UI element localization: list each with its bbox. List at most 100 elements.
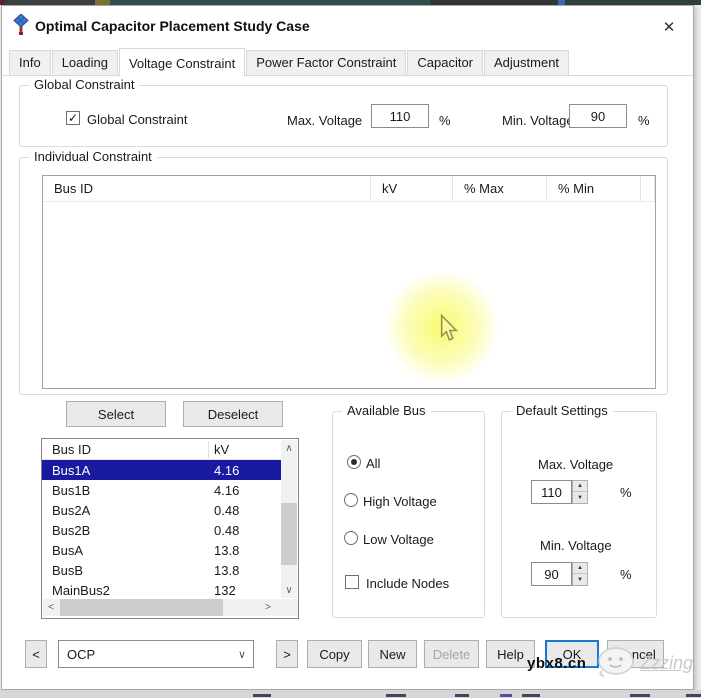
cursor-icon bbox=[439, 314, 459, 347]
bus-row[interactable]: MainBus2 132 bbox=[42, 581, 281, 599]
max-voltage-label: Max. Voltage bbox=[287, 113, 362, 128]
spin-up-icon[interactable]: ▲ bbox=[573, 481, 587, 492]
bus-row[interactable]: BusA 13.8 bbox=[42, 540, 281, 560]
column-bus-id: Bus ID bbox=[43, 176, 371, 201]
default-settings-legend: Default Settings bbox=[511, 403, 613, 418]
vscroll-thumb[interactable] bbox=[281, 503, 297, 565]
study-case-dialog: Optimal Capacitor Placement Study Case ✕… bbox=[1, 5, 694, 690]
global-constraint-group: Global Constraint ✓ Global Constraint Ma… bbox=[19, 85, 668, 147]
radio-all-label: All bbox=[366, 456, 380, 471]
bus-row[interactable]: Bus2A 0.48 bbox=[42, 500, 281, 520]
next-study-case-button[interactable]: > bbox=[276, 640, 298, 668]
available-bus-group: Available Bus All High Voltage Low Volta… bbox=[332, 411, 485, 618]
radio-low-voltage-label: Low Voltage bbox=[363, 532, 434, 547]
bus-kv: 0.48 bbox=[214, 523, 281, 538]
bus-kv: 132 bbox=[214, 583, 281, 598]
column-max: % Max bbox=[453, 176, 547, 201]
scroll-left-icon[interactable]: < bbox=[43, 599, 59, 616]
tab-power-factor-constraint[interactable]: Power Factor Constraint bbox=[246, 50, 406, 76]
watermark-site: ybx8.cn bbox=[527, 655, 586, 672]
bus-kv: 0.48 bbox=[214, 503, 281, 518]
chevron-down-icon[interactable]: ∨ bbox=[231, 648, 253, 661]
bus-id: Bus2B bbox=[52, 523, 214, 538]
tab-info[interactable]: Info bbox=[9, 50, 51, 76]
bus-row[interactable]: BusB 13.8 bbox=[42, 560, 281, 580]
bus-kv: 4.16 bbox=[214, 463, 281, 478]
background-dash bbox=[500, 694, 512, 697]
background-dash bbox=[386, 694, 406, 697]
default-settings-group: Default Settings Max. Voltage 110 ▲ ▼ % … bbox=[501, 411, 657, 618]
watermark-name: Zzzing bbox=[640, 653, 693, 674]
background-dash bbox=[630, 694, 650, 697]
bus-id: Bus2A bbox=[52, 503, 214, 518]
individual-constraint-header: Bus ID kV % Max % Min bbox=[43, 176, 655, 202]
dialog-title: Optimal Capacitor Placement Study Case bbox=[35, 18, 310, 34]
new-button[interactable]: New bbox=[368, 640, 417, 668]
copy-button[interactable]: Copy bbox=[307, 640, 362, 668]
tab-voltage-constraint[interactable]: Voltage Constraint bbox=[119, 48, 245, 77]
bus-kv: 13.8 bbox=[214, 543, 281, 558]
hscroll-thumb[interactable] bbox=[60, 599, 223, 616]
study-case-value: OCP bbox=[59, 647, 231, 662]
spin-down-icon[interactable]: ▼ bbox=[573, 492, 587, 503]
watermark-ghost-icon bbox=[594, 643, 638, 684]
min-voltage-input[interactable]: 90 bbox=[569, 104, 627, 128]
app-icon bbox=[13, 14, 29, 43]
close-icon[interactable]: ✕ bbox=[654, 14, 684, 40]
background-dash bbox=[253, 694, 271, 697]
min-voltage-percent: % bbox=[638, 113, 650, 128]
column-min: % Min bbox=[547, 176, 641, 201]
tab-strip: Info Loading Voltage Constraint Power Fa… bbox=[9, 48, 570, 76]
available-bus-legend: Available Bus bbox=[342, 403, 431, 418]
tab-adjustment[interactable]: Adjustment bbox=[484, 50, 569, 76]
default-min-voltage-input[interactable]: 90 bbox=[531, 562, 572, 586]
tab-capacitor[interactable]: Capacitor bbox=[407, 50, 483, 76]
spin-up-icon[interactable]: ▲ bbox=[573, 563, 587, 574]
default-min-voltage-percent: % bbox=[620, 567, 632, 582]
bus-list-header-divider bbox=[208, 441, 209, 458]
radio-all[interactable] bbox=[347, 455, 361, 469]
individual-constraint-table[interactable]: Bus ID kV % Max % Min bbox=[42, 175, 656, 389]
radio-high-voltage[interactable] bbox=[344, 493, 358, 507]
bus-id: MainBus2 bbox=[52, 583, 214, 598]
column-spacer bbox=[641, 176, 655, 201]
bus-id: BusB bbox=[52, 563, 214, 578]
column-kv: kV bbox=[371, 176, 453, 201]
tab-loading[interactable]: Loading bbox=[52, 50, 118, 76]
study-case-combobox[interactable]: OCP ∨ bbox=[58, 640, 254, 668]
background-dash bbox=[455, 694, 469, 697]
bus-id: BusA bbox=[52, 543, 214, 558]
delete-button: Delete bbox=[424, 640, 479, 668]
bus-list-column-bus-id: Bus ID bbox=[52, 442, 91, 457]
global-constraint-checkbox-label: Global Constraint bbox=[87, 112, 187, 127]
bus-row[interactable]: Bus1A 4.16 bbox=[42, 460, 281, 480]
radio-low-voltage[interactable] bbox=[344, 531, 358, 545]
min-voltage-label: Min. Voltage bbox=[502, 113, 574, 128]
scroll-down-icon[interactable]: ∨ bbox=[281, 582, 297, 598]
max-voltage-input[interactable]: 110 bbox=[371, 104, 429, 128]
radio-high-voltage-label: High Voltage bbox=[363, 494, 437, 509]
bus-id: Bus1A bbox=[52, 463, 214, 478]
spin-down-icon[interactable]: ▼ bbox=[573, 574, 587, 585]
bus-row[interactable]: Bus1B 4.16 bbox=[42, 480, 281, 500]
include-nodes-checkbox[interactable] bbox=[345, 575, 359, 589]
bus-kv: 4.16 bbox=[214, 483, 281, 498]
background-window-bottom-strip bbox=[0, 690, 701, 698]
default-min-voltage-spinner[interactable]: ▲ ▼ bbox=[572, 562, 588, 586]
scroll-up-icon[interactable]: ∧ bbox=[281, 440, 297, 456]
select-button[interactable]: Select bbox=[66, 401, 166, 427]
deselect-button[interactable]: Deselect bbox=[183, 401, 283, 427]
bus-list-column-kv: kV bbox=[214, 442, 229, 457]
screen: Optimal Capacitor Placement Study Case ✕… bbox=[0, 0, 701, 698]
individual-constraint-group: Individual Constraint Bus ID kV % Max % … bbox=[19, 157, 668, 395]
global-constraint-checkbox[interactable]: ✓ bbox=[66, 111, 80, 125]
default-max-voltage-spinner[interactable]: ▲ ▼ bbox=[572, 480, 588, 504]
default-max-voltage-input[interactable]: 110 bbox=[531, 480, 572, 504]
bus-row[interactable]: Bus2B 0.48 bbox=[42, 520, 281, 540]
bus-list-header: Bus ID kV bbox=[42, 439, 281, 460]
default-max-voltage-label: Max. Voltage bbox=[538, 457, 613, 472]
max-voltage-percent: % bbox=[439, 113, 451, 128]
scroll-right-icon[interactable]: > bbox=[260, 599, 276, 616]
prev-study-case-button[interactable]: < bbox=[25, 640, 47, 668]
bus-list[interactable]: Bus ID kV Bus1A 4.16 Bus1B 4.16 Bus2A 0.… bbox=[41, 438, 299, 619]
